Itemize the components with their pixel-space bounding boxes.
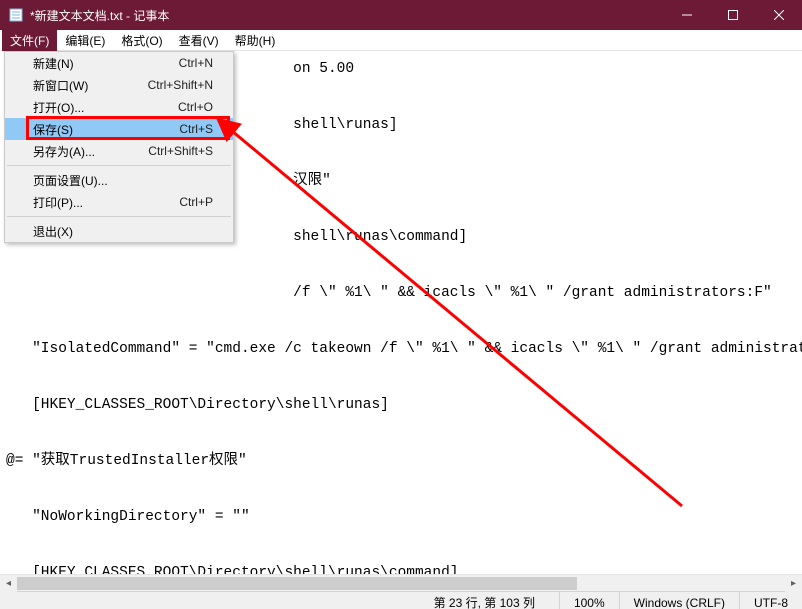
notepad-icon [8, 7, 24, 23]
horizontal-scrollbar[interactable]: ◂ ▸ [0, 574, 802, 591]
minimize-button[interactable] [664, 0, 710, 30]
menu-item-page-setup[interactable]: 页面设置(U)... [5, 169, 233, 191]
minimize-icon [682, 10, 692, 20]
menu-item-shortcut: Ctrl+Shift+S [148, 144, 213, 158]
menu-format[interactable]: 格式(O) [113, 30, 170, 51]
maximize-icon [728, 10, 738, 20]
menu-item-new-window[interactable]: 新窗口(W) Ctrl+Shift+N [5, 74, 233, 96]
menu-item-shortcut: Ctrl+N [179, 56, 213, 70]
status-line-ending: Windows (CRLF) [619, 592, 739, 609]
menu-item-label: 新窗口(W) [33, 77, 148, 94]
scroll-left-button[interactable]: ◂ [0, 575, 17, 592]
menu-item-label: 打印(P)... [33, 194, 179, 211]
chevron-left-icon: ◂ [6, 578, 11, 589]
menu-item-print[interactable]: 打印(P)... Ctrl+P [5, 191, 233, 213]
menu-item-new[interactable]: 新建(N) Ctrl+N [5, 52, 233, 74]
status-encoding: UTF-8 [739, 592, 802, 609]
menu-item-shortcut: Ctrl+Shift+N [148, 78, 213, 92]
status-zoom: 100% [559, 592, 619, 609]
menu-separator [7, 216, 231, 217]
scroll-thumb[interactable] [17, 577, 577, 590]
menu-item-shortcut: Ctrl+S [179, 122, 213, 136]
close-button[interactable] [756, 0, 802, 30]
menu-view[interactable]: 查看(V) [171, 30, 227, 51]
menu-item-label: 新建(N) [33, 55, 179, 72]
menu-item-exit[interactable]: 退出(X) [5, 220, 233, 242]
menu-item-save-as[interactable]: 另存为(A)... Ctrl+Shift+S [5, 140, 233, 162]
status-position: 第 23 行, 第 103 列 [434, 592, 559, 609]
scroll-track[interactable] [17, 575, 785, 591]
client-area: on 5.00 shell\runas] 汉限" shell\runas\com… [0, 51, 802, 591]
window-title: *新建文本文档.txt - 记事本 [30, 7, 664, 24]
menu-item-label: 页面设置(U)... [33, 172, 213, 189]
menu-separator [7, 165, 231, 166]
close-icon [774, 10, 784, 20]
menu-item-label: 退出(X) [33, 223, 213, 240]
scroll-right-button[interactable]: ▸ [785, 575, 802, 592]
menu-item-shortcut: Ctrl+P [179, 195, 213, 209]
menu-edit[interactable]: 编辑(E) [57, 30, 113, 51]
maximize-button[interactable] [710, 0, 756, 30]
menu-item-label: 另存为(A)... [33, 143, 148, 160]
file-menu-dropdown: 新建(N) Ctrl+N 新窗口(W) Ctrl+Shift+N 打开(O)..… [4, 51, 234, 243]
menu-file[interactable]: 文件(F) [2, 30, 57, 51]
menu-bar: 文件(F) 编辑(E) 格式(O) 查看(V) 帮助(H) [0, 30, 802, 51]
status-bar: 第 23 行, 第 103 列 100% Windows (CRLF) UTF-… [0, 591, 802, 609]
menu-item-open[interactable]: 打开(O)... Ctrl+O [5, 96, 233, 118]
menu-item-save[interactable]: 保存(S) Ctrl+S [5, 118, 233, 140]
title-bar: *新建文本文档.txt - 记事本 [0, 0, 802, 30]
chevron-right-icon: ▸ [791, 578, 796, 589]
menu-help[interactable]: 帮助(H) [227, 30, 284, 51]
menu-item-label: 打开(O)... [33, 99, 178, 116]
menu-item-shortcut: Ctrl+O [178, 100, 213, 114]
menu-item-label: 保存(S) [33, 121, 179, 138]
window-controls [664, 0, 802, 30]
